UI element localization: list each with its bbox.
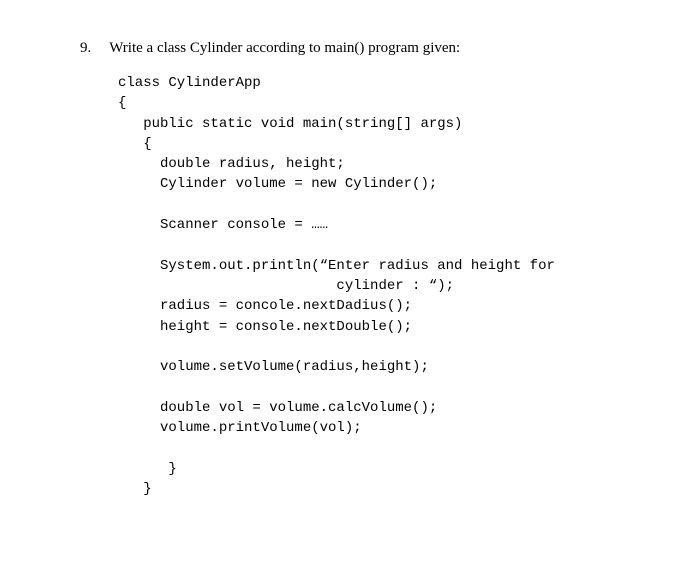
- code-line: volume.printVolume(vol);: [118, 420, 362, 436]
- code-line: Cylinder volume = new Cylinder();: [118, 176, 437, 192]
- question-number: 9.: [80, 40, 91, 57]
- code-line: Scanner console = ……: [118, 217, 328, 233]
- code-line: cylinder : “);: [118, 278, 454, 294]
- code-line: }: [118, 481, 152, 497]
- code-line: }: [118, 461, 177, 477]
- code-line: public static void main(string[] args): [118, 116, 462, 132]
- code-line: height = console.nextDouble();: [118, 319, 412, 335]
- code-line: radius = concole.nextDadius();: [118, 298, 412, 314]
- code-line: class CylinderApp: [118, 75, 261, 91]
- code-line: double vol = volume.calcVolume();: [118, 400, 437, 416]
- code-block: class CylinderApp { public static void m…: [118, 73, 640, 499]
- code-line: {: [118, 95, 126, 111]
- question-text: Write a class Cylinder according to main…: [109, 40, 460, 57]
- code-line: double radius, height;: [118, 156, 345, 172]
- code-line: volume.setVolume(radius,height);: [118, 359, 429, 375]
- question-header: 9. Write a class Cylinder according to m…: [80, 40, 640, 57]
- code-line: {: [118, 136, 152, 152]
- code-line: System.out.println(“Enter radius and hei…: [118, 258, 555, 274]
